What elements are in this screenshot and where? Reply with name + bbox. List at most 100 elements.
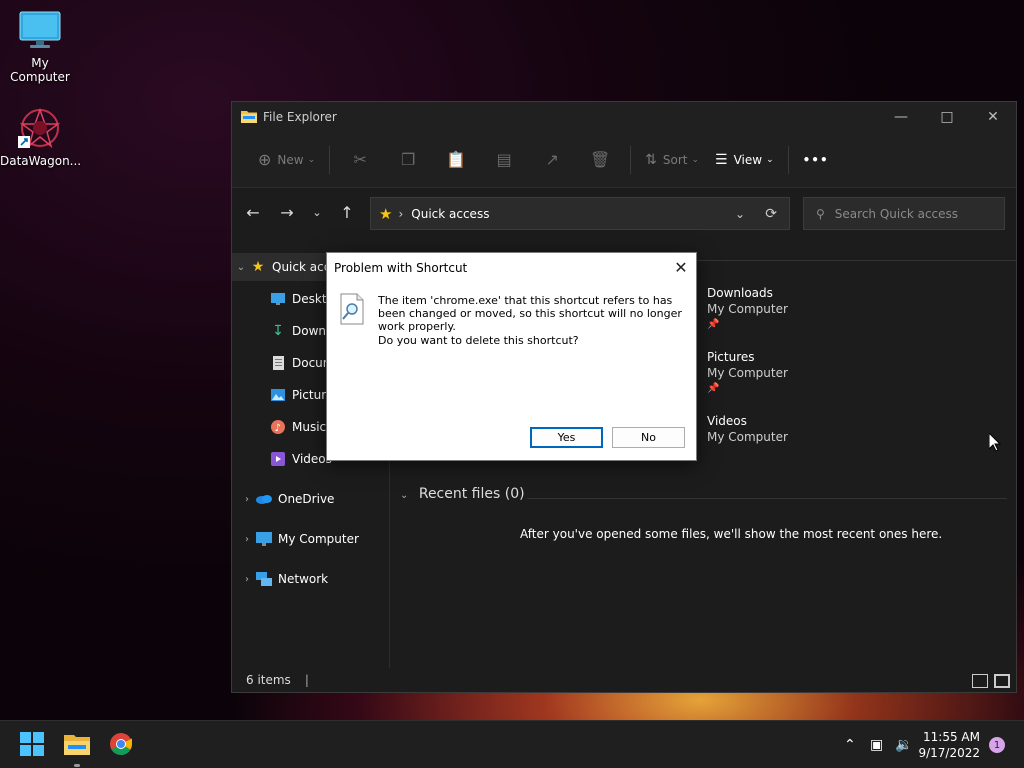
star-icon: ★ xyxy=(379,204,393,223)
toolbar-separator xyxy=(630,145,632,174)
back-button[interactable]: ← xyxy=(236,196,270,228)
pin-icon: 📌 xyxy=(707,319,720,330)
more-options-icon: ••• xyxy=(802,152,829,167)
window-title: File Explorer xyxy=(263,110,337,124)
network-icon: ▣ xyxy=(870,737,884,753)
plus-circle-icon: ⊕ xyxy=(258,150,272,169)
recent-locations-button[interactable]: ⌄ xyxy=(304,196,330,228)
clock[interactable]: 11:55 AM 9/17/2022 xyxy=(918,729,980,761)
copy-icon: ❐ xyxy=(400,150,416,169)
nav-label: Network xyxy=(278,572,329,586)
item-location: My Computer xyxy=(707,430,788,444)
new-button[interactable]: ⊕ New ⌄ xyxy=(250,144,323,176)
chevron-right-icon[interactable]: › xyxy=(238,574,256,585)
large-icons-view-icon[interactable] xyxy=(994,674,1010,688)
speaker-icon: 🔉 xyxy=(895,737,913,753)
nav-item-network[interactable]: › Network xyxy=(238,565,388,593)
rename-button[interactable]: ▤ xyxy=(480,144,528,176)
address-bar[interactable]: ★ › Quick access ⌄ ⟳ xyxy=(370,197,790,230)
chevron-down-icon[interactable]: ⌄ xyxy=(735,207,745,221)
start-button[interactable] xyxy=(16,729,48,761)
cut-button[interactable]: ✂ xyxy=(336,144,384,176)
chevron-right-icon[interactable]: › xyxy=(238,494,256,505)
network-tray-icon[interactable]: ▣ xyxy=(870,721,883,768)
volume-tray-icon[interactable]: 🔉 xyxy=(895,721,912,768)
taskbar-file-explorer[interactable] xyxy=(61,729,93,761)
taskbar-chrome[interactable] xyxy=(105,729,137,761)
chevron-down-icon: ⌄ xyxy=(312,205,322,219)
monitor-icon xyxy=(18,8,62,52)
desktop-icon-datawagon[interactable]: DataWagon... xyxy=(0,106,81,168)
dialog-body: The item 'chrome.exe' that this shortcut… xyxy=(327,283,696,423)
video-icon xyxy=(270,451,286,467)
nav-item-my-computer[interactable]: › My Computer xyxy=(238,525,388,553)
command-bar: ⊕ New ⌄ ✂ ❐ 📋 ▤ ↗ 🗑 ⇅ Sort ⌄ ☰ View ⌄ ••… xyxy=(232,132,1016,188)
refresh-icon[interactable]: ⟳ xyxy=(765,206,777,222)
chevron-right-icon[interactable]: › xyxy=(238,534,256,545)
chevron-down-icon[interactable]: ⌄ xyxy=(232,262,250,273)
running-indicator xyxy=(74,764,80,767)
quick-access-item-pictures[interactable]: Pictures My Computer 📌 xyxy=(707,349,788,397)
view-button[interactable]: ☰ View ⌄ xyxy=(707,144,782,176)
copy-button[interactable]: ❐ xyxy=(384,144,432,176)
scissors-icon: ✂ xyxy=(353,150,367,169)
status-bar: 6 items | xyxy=(232,668,1016,692)
search-input[interactable]: Search Quick access xyxy=(835,207,958,221)
up-button[interactable]: ↑ xyxy=(330,196,364,228)
arrow-up-icon: ↑ xyxy=(340,202,354,222)
item-location: My Computer xyxy=(707,366,788,380)
clipboard-icon: 📋 xyxy=(446,150,467,169)
sort-button[interactable]: ⇅ Sort ⌄ xyxy=(637,144,707,176)
view-label: View xyxy=(733,152,763,167)
toolbar-separator xyxy=(787,145,789,174)
minimize-button[interactable]: — xyxy=(878,102,924,132)
quick-access-item-downloads[interactable]: Downloads My Computer 📌 xyxy=(707,285,788,333)
sort-label: Sort xyxy=(662,152,688,167)
notification-badge[interactable]: 1 xyxy=(989,737,1005,753)
share-icon: ↗ xyxy=(545,150,559,169)
recent-files-title: Recent files (0) xyxy=(418,486,525,502)
network-icon xyxy=(256,571,272,587)
svg-text:♪: ♪ xyxy=(275,423,281,434)
delete-button[interactable]: 🗑 xyxy=(576,144,624,176)
item-count: 6 items xyxy=(246,673,291,687)
nav-item-onedrive[interactable]: › OneDrive xyxy=(238,485,388,513)
taskbar: ⌃ ▣ 🔉 11:55 AM 9/17/2022 1 xyxy=(0,720,1024,768)
dialog-message: The item 'chrome.exe' that this shortcut… xyxy=(378,294,682,333)
quick-access-item-videos[interactable]: Videos My Computer xyxy=(707,413,788,445)
paste-button[interactable]: 📋 xyxy=(432,144,480,176)
picture-icon xyxy=(270,387,286,403)
close-button[interactable]: ✕ xyxy=(970,102,1016,132)
breadcrumb[interactable]: Quick access xyxy=(411,207,489,221)
yes-button[interactable]: Yes xyxy=(530,427,603,448)
search-icon: ⚲ xyxy=(816,206,825,221)
problem-with-shortcut-dialog: Problem with Shortcut ✕ The item 'chrome… xyxy=(326,252,697,461)
maximize-button[interactable]: □ xyxy=(924,102,970,132)
dialog-close-button[interactable]: ✕ xyxy=(666,253,696,281)
desktop-icon-my-computer[interactable]: My Computer xyxy=(0,8,80,84)
details-view-icon[interactable] xyxy=(972,674,988,688)
folder-icon xyxy=(64,733,90,758)
recent-empty-message: After you've opened some files, we'll sh… xyxy=(520,527,943,541)
chevron-down-icon: ⌄ xyxy=(766,154,774,165)
recent-files-header[interactable]: ⌄ Recent files (0) xyxy=(400,486,525,502)
trash-icon: 🗑 xyxy=(589,150,611,169)
share-button[interactable]: ↗ xyxy=(528,144,576,176)
nav-label: Music xyxy=(292,420,327,434)
document-icon xyxy=(270,355,286,371)
show-hidden-icons-button[interactable]: ⌃ xyxy=(844,721,856,768)
explorer-titlebar[interactable]: File Explorer — □ ✕ xyxy=(232,102,1016,132)
dialog-titlebar[interactable]: Problem with Shortcut xyxy=(327,253,696,283)
arrow-right-icon: → xyxy=(280,202,294,222)
forward-button[interactable]: → xyxy=(270,196,304,228)
nav-label: My Computer xyxy=(278,532,359,546)
cloud-icon xyxy=(256,491,272,507)
view-list-icon: ☰ xyxy=(715,151,728,168)
more-options-button[interactable]: ••• xyxy=(795,144,837,176)
music-icon: ♪ xyxy=(270,419,286,435)
no-button[interactable]: No xyxy=(612,427,685,448)
dialog-title: Problem with Shortcut xyxy=(334,261,468,275)
item-name: Pictures xyxy=(707,350,755,364)
search-box[interactable]: ⚲ Search Quick access xyxy=(803,197,1005,230)
dialog-question: Do you want to delete this shortcut? xyxy=(378,334,579,347)
